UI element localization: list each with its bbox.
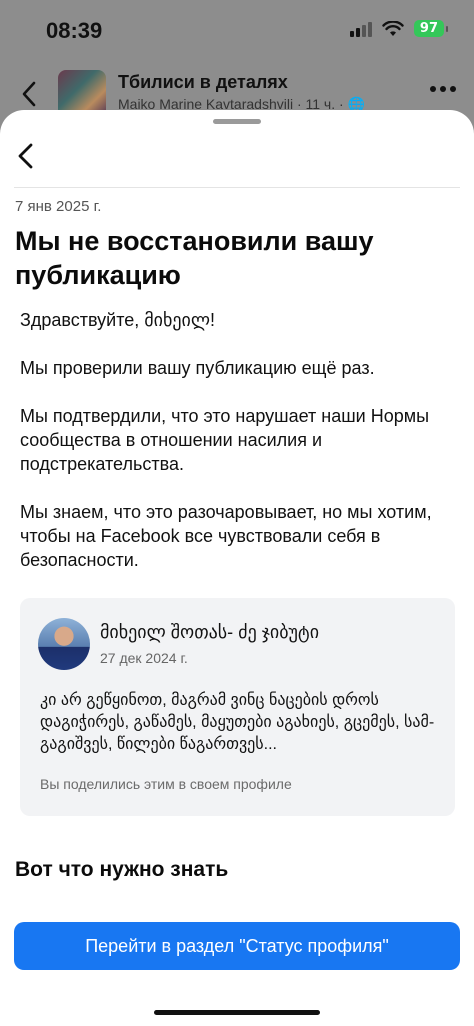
battery-icon: 97: [413, 20, 449, 37]
explanation-paragraph: Мы знаем, что это разочаровывает, но мы …: [20, 502, 432, 570]
author-avatar: [38, 618, 90, 670]
message-body: Здравствуйте, მიხეილ! Мы проверили вашу …: [20, 308, 460, 596]
status-time: 08:39: [46, 18, 103, 43]
post-preview-card[interactable]: მიხეილ შოთას- ძე ჯიბუტი 27 дек 2024 г. კ…: [20, 598, 455, 816]
cellular-signal-icon: [349, 21, 372, 37]
group-title: Тбилиси в деталях: [118, 72, 288, 92]
post-date: 27 дек 2024 г.: [100, 650, 188, 666]
status-icons: 97: [349, 20, 449, 37]
status-bar: 08:39 97: [0, 0, 474, 62]
home-indicator: [154, 1010, 320, 1015]
decision-date: 7 янв 2025 г.: [15, 198, 102, 215]
sheet-grabber[interactable]: [213, 119, 261, 124]
post-share-note: Вы поделились этим в своем профиле: [40, 776, 292, 792]
background-back-icon[interactable]: [18, 80, 40, 108]
review-result-sheet: 7 янв 2025 г. Мы не восстановили вашу пу…: [0, 110, 474, 1026]
header-divider: [14, 187, 460, 188]
review-paragraph: Мы проверили вашу публикацию ещё раз.: [20, 358, 375, 378]
back-icon[interactable]: [12, 140, 40, 172]
post-author: მიხეილ შოთას- ძე ჯიბუტი: [100, 622, 320, 642]
page-title: Мы не восстановили вашу публикацию: [15, 226, 374, 290]
section-title: Вот что нужно знать: [15, 858, 229, 881]
violation-paragraph: Мы подтвердили, что это нарушает наши Но…: [20, 406, 430, 474]
more-options-icon[interactable]: [430, 86, 456, 92]
profile-status-button[interactable]: Перейти в раздел "Статус профиля": [14, 922, 460, 970]
wifi-icon: [382, 20, 404, 36]
post-text: კი არ გეწყინოთ, მაგრამ ვინც ნაცების დროს…: [40, 692, 435, 753]
greeting-paragraph: Здравствуйте, მიხეილ!: [20, 310, 216, 330]
